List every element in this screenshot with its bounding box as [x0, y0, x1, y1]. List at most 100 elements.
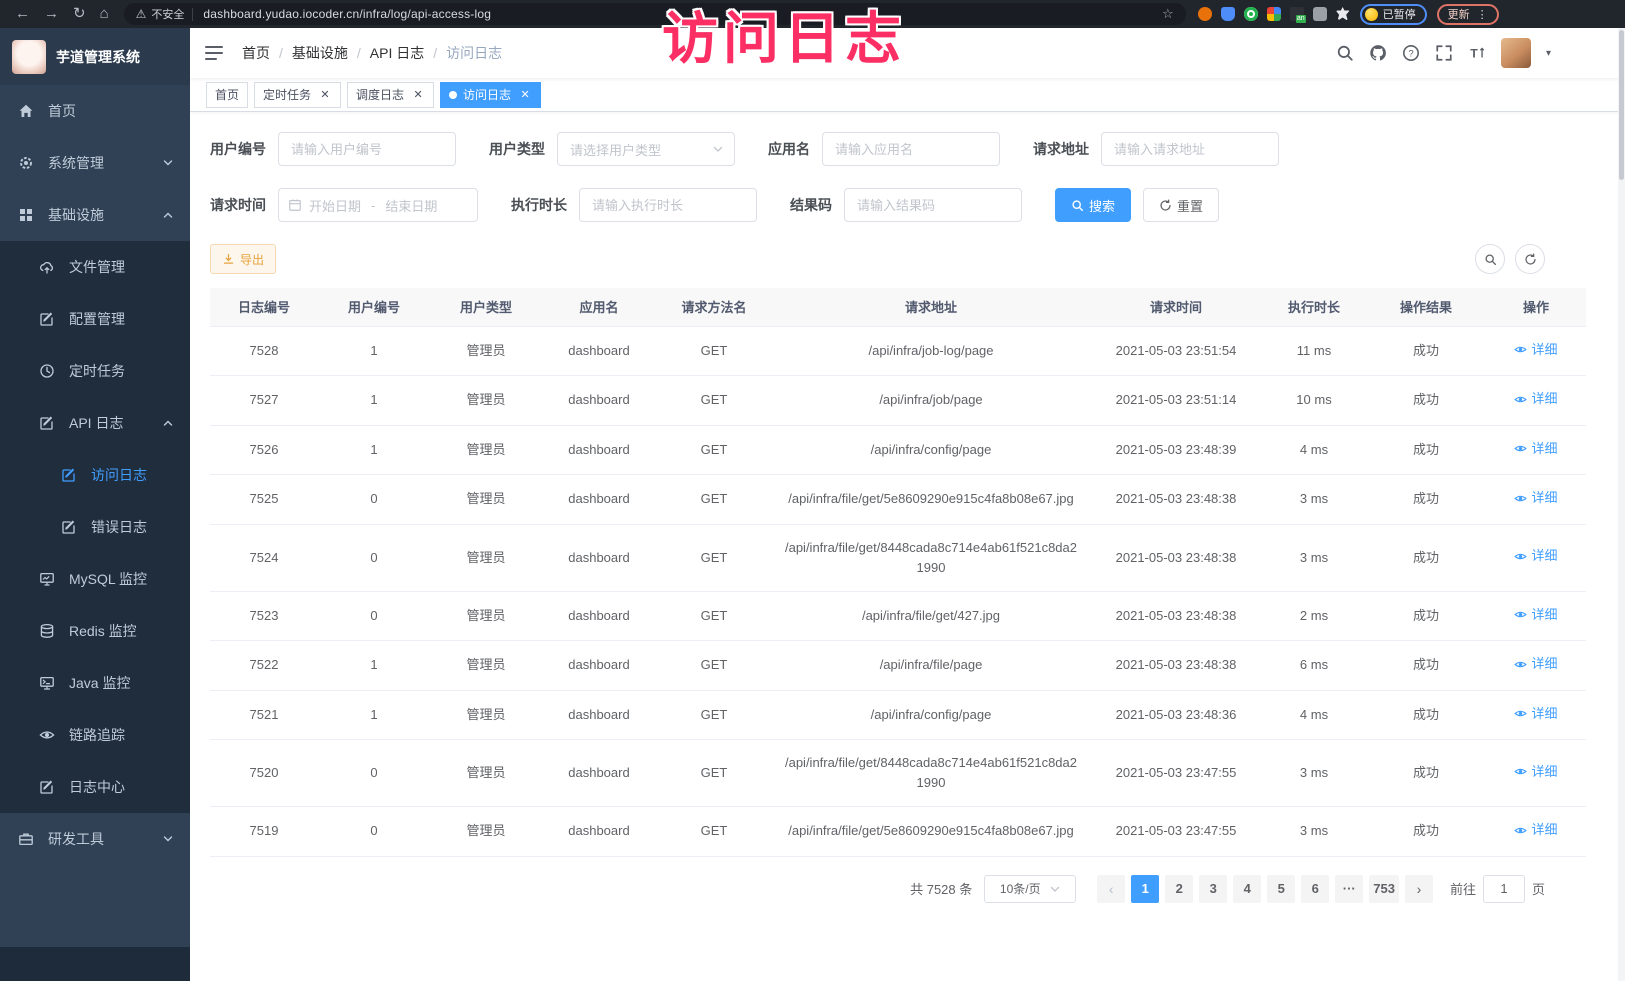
prev-page-button[interactable]: ‹	[1097, 875, 1125, 903]
extensions-puzzle-icon[interactable]	[1336, 7, 1350, 21]
page-button[interactable]: 2	[1165, 875, 1193, 903]
profile-paused-badge[interactable]: 已暂停	[1360, 4, 1427, 25]
export-button[interactable]: 导出	[210, 244, 276, 274]
detail-link[interactable]: 详细	[1514, 439, 1557, 459]
sidebar-item-devtools[interactable]: 研发工具	[0, 813, 190, 865]
refresh-icon[interactable]	[1515, 244, 1545, 274]
hamburger-icon[interactable]	[204, 43, 224, 63]
sidebar-item-mysql[interactable]: MySQL 监控	[0, 553, 190, 605]
chevron-down-icon	[162, 833, 174, 845]
scrollbar[interactable]	[1618, 28, 1625, 981]
browser-reload-icon[interactable]: ↻	[73, 0, 86, 28]
field-label: 请求地址	[1033, 139, 1089, 159]
next-page-button[interactable]: ›	[1405, 875, 1433, 903]
sidebar-item-home[interactable]: 首页	[0, 85, 190, 137]
page-button[interactable]: 753	[1369, 875, 1399, 903]
table-row: 75261管理员dashboardGET/api/infra/config/pa…	[210, 425, 1586, 475]
browser-home-icon[interactable]: ⌂	[100, 0, 109, 28]
tab-label: 访问日志	[463, 86, 511, 103]
user-id-input[interactable]	[278, 132, 456, 166]
extension-icon[interactable]	[1198, 7, 1212, 21]
detail-link[interactable]: 详细	[1514, 488, 1557, 508]
sidebar-item-system[interactable]: 系统管理	[0, 137, 190, 189]
cell-time: 2021-05-03 23:47:55	[1090, 807, 1262, 857]
sidebar-item-log-center[interactable]: 日志中心	[0, 761, 190, 813]
fullscreen-icon[interactable]	[1435, 44, 1453, 62]
font-size-icon[interactable]: T	[1468, 44, 1486, 62]
column-header: 用户编号	[318, 288, 430, 326]
detail-link[interactable]: 详细	[1514, 704, 1557, 724]
close-icon[interactable]: ✕	[318, 88, 332, 101]
tab-调度日志[interactable]: 调度日志✕	[347, 82, 434, 108]
page-button[interactable]: 5	[1267, 875, 1295, 903]
sidebar-item-error-log[interactable]: 错误日志	[0, 501, 190, 553]
browser-forward-icon[interactable]: →	[44, 0, 59, 28]
detail-link[interactable]: 详细	[1514, 546, 1557, 566]
bookmark-star-icon[interactable]: ☆	[1162, 6, 1174, 22]
github-icon[interactable]	[1369, 44, 1387, 62]
browser-back-icon[interactable]: ←	[15, 0, 30, 28]
breadcrumb: 首页 / 基础设施 / API 日志 / 访问日志	[242, 43, 502, 63]
detail-link[interactable]: 详细	[1514, 762, 1557, 782]
page-button[interactable]: 3	[1199, 875, 1227, 903]
address-bar[interactable]: ⚠ 不安全 dashboard.yudao.iocoder.cn/infra/l…	[124, 3, 1186, 25]
extension-icon[interactable]	[1244, 7, 1258, 21]
sidebar-item-config[interactable]: 配置管理	[0, 293, 190, 345]
table-row: 75230管理员dashboardGET/api/infra/file/get/…	[210, 591, 1586, 641]
close-icon[interactable]: ✕	[411, 88, 425, 101]
close-icon[interactable]: ✕	[518, 88, 532, 101]
duration-input[interactable]	[579, 188, 757, 222]
request-url-input[interactable]	[1101, 132, 1279, 166]
tab-访问日志[interactable]: 访问日志 ✕	[440, 82, 541, 108]
db-icon	[39, 623, 55, 639]
detail-link[interactable]: 详细	[1514, 820, 1557, 840]
edit-icon	[39, 779, 55, 795]
page-button[interactable]: 6	[1301, 875, 1329, 903]
breadcrumb-item[interactable]: API 日志	[370, 43, 424, 63]
sidebar-item-api-log[interactable]: API 日志	[0, 397, 190, 449]
cell-url: /api/infra/job-log/page	[772, 326, 1090, 376]
sidebar-item-access-log[interactable]: 访问日志	[0, 449, 190, 501]
sidebar-item-file[interactable]: 文件管理	[0, 241, 190, 293]
cell-user_id: 0	[318, 524, 430, 591]
date-range-picker[interactable]: 开始日期 - 结束日期	[278, 188, 478, 222]
user-avatar[interactable]	[1501, 38, 1531, 68]
detail-link[interactable]: 详细	[1514, 654, 1557, 674]
sidebar-item-trace[interactable]: 链路追踪	[0, 709, 190, 761]
page-button[interactable]: 4	[1233, 875, 1261, 903]
extension-icon[interactable]	[1221, 7, 1235, 21]
tab-定时任务[interactable]: 定时任务✕	[254, 82, 341, 108]
breadcrumb-item[interactable]: 首页	[242, 43, 270, 63]
toggle-search-icon[interactable]	[1475, 244, 1505, 274]
search-button[interactable]: 搜索	[1055, 188, 1131, 222]
detail-link[interactable]: 详细	[1514, 340, 1557, 360]
goto-page-input[interactable]	[1483, 875, 1525, 903]
breadcrumb-item[interactable]: 基础设施	[292, 43, 348, 63]
sidebar-item-redis[interactable]: Redis 监控	[0, 605, 190, 657]
reset-button[interactable]: 重置	[1143, 188, 1219, 222]
monitor-icon	[39, 571, 55, 587]
browser-update-button[interactable]: 更新 ⋮	[1437, 4, 1499, 25]
browser-menu-icon[interactable]: ⋮	[1477, 8, 1488, 21]
extension-icon[interactable]	[1267, 7, 1281, 21]
page-button[interactable]: 1	[1131, 875, 1159, 903]
sidebar-item-label: 链路追踪	[69, 725, 125, 745]
detail-link[interactable]: 详细	[1514, 389, 1557, 409]
cell-id: 7528	[210, 326, 318, 376]
app-name-input[interactable]	[822, 132, 1000, 166]
extension-icon[interactable]	[1290, 7, 1304, 21]
tab-首页[interactable]: 首页	[206, 82, 248, 108]
chevron-down-icon[interactable]: ▾	[1546, 48, 1551, 59]
scrollbar-thumb[interactable]	[1619, 30, 1624, 180]
page-size-select[interactable]: 10条/页	[984, 875, 1076, 903]
search-icon[interactable]	[1336, 44, 1354, 62]
help-icon[interactable]: ?	[1402, 44, 1420, 62]
more-pages-button[interactable]: ···	[1335, 875, 1363, 903]
sidebar-item-job[interactable]: 定时任务	[0, 345, 190, 397]
sidebar-item-java[interactable]: Java 监控	[0, 657, 190, 709]
sidebar-item-infra[interactable]: 基础设施	[0, 189, 190, 241]
detail-link[interactable]: 详细	[1514, 605, 1557, 625]
user-type-select[interactable]: 请选择用户类型	[557, 132, 735, 166]
extension-icon[interactable]	[1313, 7, 1327, 21]
result-code-input[interactable]	[844, 188, 1022, 222]
